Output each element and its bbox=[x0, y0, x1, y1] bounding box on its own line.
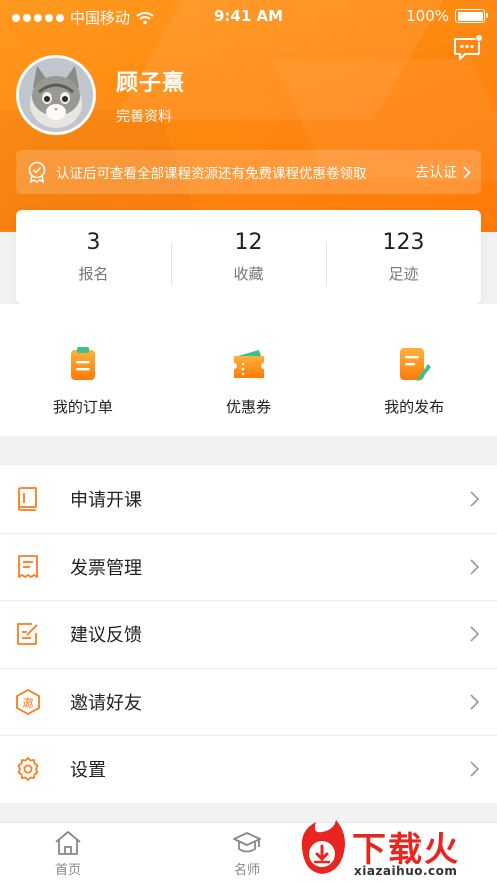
receipt-icon bbox=[18, 554, 38, 578]
go-certify-link[interactable]: 去认证 bbox=[415, 162, 471, 182]
menu-item-invoice[interactable]: 发票管理 bbox=[0, 532, 497, 601]
my-posts-label: 我的发布 bbox=[384, 398, 445, 416]
menu-item-feedback[interactable]: 建议反馈 bbox=[0, 600, 497, 668]
chevron-right-icon bbox=[470, 694, 480, 710]
svg-text:邀: 邀 bbox=[23, 695, 34, 709]
avatar[interactable] bbox=[16, 55, 96, 135]
my-posts-button[interactable]: 我的发布 bbox=[331, 304, 497, 436]
watermark-site: xiazaihuo.com bbox=[354, 864, 458, 878]
feedback-icon bbox=[17, 623, 38, 646]
chevron-right-icon bbox=[470, 559, 480, 575]
stat-label: 收藏 bbox=[233, 265, 264, 283]
stat-value: 3 bbox=[86, 230, 101, 255]
stat-history[interactable]: 123 足迹 bbox=[326, 230, 481, 286]
stat-value: 123 bbox=[382, 230, 425, 255]
menu-item-settings[interactable]: 设置 bbox=[0, 735, 497, 803]
my-orders-label: 我的订单 bbox=[52, 398, 113, 416]
stat-enrolled[interactable]: 3 报名 bbox=[16, 230, 171, 284]
menu-label: 邀请好友 bbox=[70, 692, 142, 714]
cat-photo bbox=[19, 58, 93, 132]
certification-text: 认证后可查看全部课程资源还有免费课程优惠卷领取 bbox=[56, 166, 367, 182]
menu-item-invite[interactable]: 邀 邀请好友 bbox=[0, 667, 497, 736]
quick-actions: 我的订单 优惠券 我的发布 bbox=[0, 304, 497, 436]
menu-item-apply-course[interactable]: 申请开课 bbox=[0, 465, 497, 533]
my-orders-button[interactable]: 我的订单 bbox=[0, 304, 166, 436]
unread-dot bbox=[475, 34, 483, 42]
order-icon bbox=[70, 347, 95, 380]
battery-icon bbox=[455, 9, 488, 23]
certification-banner[interactable]: 认证后可查看全部课程资源还有免费课程优惠卷领取 去认证 bbox=[16, 150, 481, 194]
status-bar: 中国移动 9:41 AM 100% bbox=[0, 0, 497, 34]
publish-icon bbox=[400, 348, 432, 381]
menu-label: 建议反馈 bbox=[70, 625, 142, 647]
chevron-right-icon bbox=[470, 626, 480, 642]
menu-label: 申请开课 bbox=[70, 489, 142, 511]
coupons-button[interactable]: 优惠券 bbox=[166, 304, 332, 436]
gear-icon bbox=[17, 757, 39, 782]
invite-icon: 邀 bbox=[16, 688, 40, 715]
chevron-right-icon bbox=[470, 491, 480, 507]
menu-label: 设置 bbox=[70, 760, 106, 782]
user-name: 顾子熹 bbox=[116, 71, 186, 96]
complete-profile-link[interactable]: 完善资料 bbox=[116, 106, 172, 126]
graduation-cap-icon bbox=[233, 832, 261, 853]
chevron-right-icon bbox=[470, 761, 480, 777]
chevron-right-icon bbox=[463, 165, 471, 179]
tab-label: 首页 bbox=[54, 863, 81, 878]
tab-label: 名师 bbox=[233, 863, 260, 878]
stats-card: 3 报名 12 收藏 123 足迹 bbox=[16, 210, 481, 304]
coupons-label: 优惠券 bbox=[226, 398, 272, 416]
home-icon bbox=[55, 831, 81, 855]
go-certify-label: 去认证 bbox=[415, 165, 457, 181]
coupon-icon bbox=[233, 350, 264, 378]
stat-value: 12 bbox=[234, 230, 263, 255]
stat-label: 报名 bbox=[78, 265, 109, 283]
download-site-watermark: 下载火 xiazaihuo.com bbox=[292, 816, 497, 883]
message-button[interactable] bbox=[453, 34, 483, 62]
tab-home[interactable]: 首页 bbox=[28, 829, 108, 878]
stat-favorites[interactable]: 12 收藏 bbox=[171, 230, 326, 286]
stat-label: 足迹 bbox=[388, 265, 419, 283]
book-icon bbox=[18, 486, 37, 511]
battery-percent: 100% bbox=[406, 7, 449, 25]
tab-teachers[interactable]: 名师 bbox=[207, 829, 287, 878]
flame-logo-icon bbox=[301, 820, 345, 874]
menu-label: 发票管理 bbox=[70, 557, 142, 579]
settings-menu: 申请开课 发票管理 建议反馈 邀 邀请好友 设置 bbox=[0, 465, 497, 803]
certification-badge-icon bbox=[28, 161, 46, 183]
